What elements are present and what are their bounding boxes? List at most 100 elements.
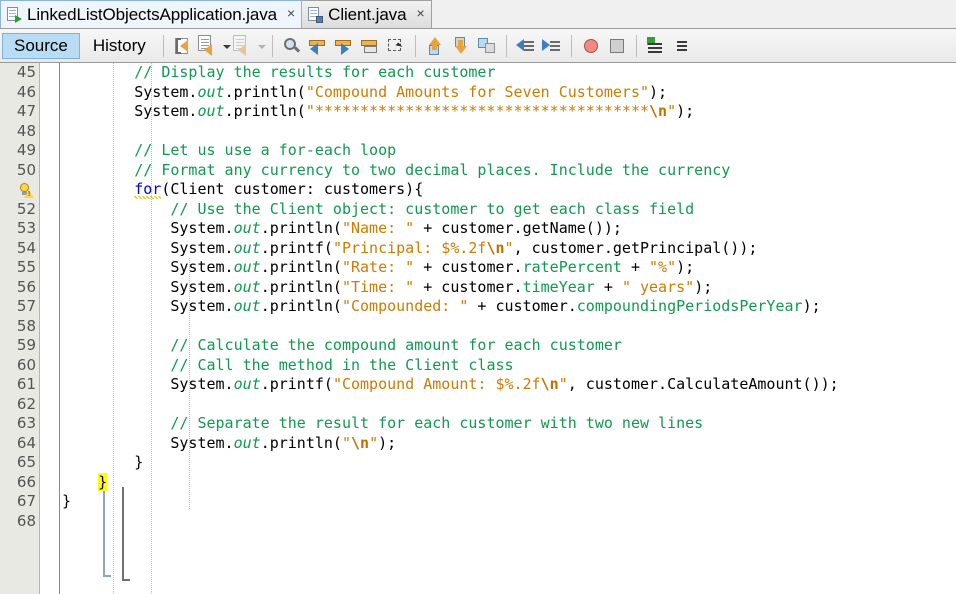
toggle-breakpoint-icon[interactable] — [580, 35, 602, 57]
code-line[interactable]: 53 System.out.println("Name: " + custome… — [0, 219, 956, 239]
find-next-icon[interactable] — [333, 35, 355, 57]
line-number: 65 — [16, 453, 36, 471]
toggle-rectangular-selection-icon[interactable] — [197, 34, 220, 57]
line-number: 66 — [16, 472, 36, 491]
line-number: 59 — [16, 336, 36, 354]
line-number: 57 — [16, 297, 36, 315]
code-text: // Display the results for each customer — [134, 63, 496, 81]
stop-icon[interactable] — [606, 35, 628, 57]
code-text: System.out.printf("Compound Amount: $%.2… — [62, 375, 839, 393]
tab-client[interactable]: Client.java × — [301, 0, 432, 28]
line-number: 52 — [16, 199, 36, 218]
toolbar-separator — [414, 34, 416, 57]
code-line[interactable]: 50 // Format any currency to two decimal… — [0, 161, 956, 181]
code-line[interactable]: 66 } — [0, 472, 956, 493]
code-line[interactable]: 67} — [0, 492, 956, 512]
code-text: } — [62, 453, 144, 471]
code-text: // Use the Client object: customer to ge… — [170, 199, 695, 218]
code-line[interactable]: 64 System.out.println("\n"); — [0, 434, 956, 454]
line-number: 47 — [16, 102, 36, 120]
code-line[interactable]: 60 // Call the method in the Client clas… — [0, 356, 956, 376]
toolbar-separator — [570, 34, 572, 57]
line-number: 61 — [16, 375, 36, 393]
start-macro-recording-icon[interactable] — [645, 35, 667, 57]
last-edit-position-icon[interactable] — [172, 35, 194, 57]
shift-line-right-icon[interactable] — [232, 34, 255, 57]
line-number: 48 — [16, 121, 36, 140]
find-previous-icon[interactable] — [307, 35, 329, 57]
java-main-file-icon — [6, 6, 22, 23]
tab-label: LinkedListObjectsApplication.java — [27, 4, 277, 24]
code-line[interactable]: 65 } — [0, 453, 956, 473]
tab-source[interactable]: Source — [2, 32, 80, 59]
code-line[interactable]: 49 // Let us use a for-each loop — [0, 141, 956, 161]
line-number: 54 — [16, 238, 36, 257]
code-line[interactable]: 46 System.out.println("Compound Amounts … — [0, 83, 956, 103]
line-number: 68 — [16, 511, 36, 530]
toolbar-separator — [162, 34, 164, 57]
code-text: System.out.println("********************… — [62, 102, 695, 120]
line-number: 64 — [16, 433, 36, 452]
code-line[interactable]: 68 — [0, 512, 956, 532]
chevron-down-icon[interactable] — [222, 35, 231, 57]
line-number: 50 — [16, 160, 36, 179]
line-number: 67 — [16, 492, 36, 510]
code-editor[interactable]: 45 // Display the results for each custo… — [0, 63, 956, 594]
tab-label: Client.java — [328, 4, 407, 24]
tab-linkedlistobjectsapplication[interactable]: LinkedListObjectsApplication.java × — [0, 0, 303, 28]
code-text: System.out.println("\n"); — [62, 433, 397, 452]
code-lines: 45 // Display the results for each custo… — [0, 63, 956, 594]
code-line[interactable]: 56 System.out.println("Time: " + custome… — [0, 278, 956, 298]
code-line[interactable]: 47 System.out.println("*****************… — [0, 102, 956, 122]
rectangular-select-icon[interactable] — [385, 35, 407, 57]
line-number: 55 — [16, 258, 36, 276]
line-number: 56 — [16, 277, 36, 296]
code-line[interactable]: 48 — [0, 122, 956, 142]
code-line[interactable]: 57 System.out.println("Compounded: " + c… — [0, 297, 956, 317]
chevron-down-dim-icon — [257, 35, 266, 57]
code-text: System.out.println("Compounded: " + cust… — [62, 297, 821, 315]
code-text: System.out.println("Time: " + customer.t… — [62, 277, 713, 296]
stop-macro-recording-icon[interactable] — [671, 35, 693, 57]
warning-bulb-icon[interactable] — [19, 183, 34, 198]
code-line[interactable]: 58 — [0, 317, 956, 337]
code-line[interactable]: 61 System.out.printf("Compound Amount: $… — [0, 375, 956, 395]
code-text: for(Client customer: customers){ — [62, 180, 423, 201]
code-line[interactable]: 55 System.out.println("Rate: " + custome… — [0, 258, 956, 278]
toggle-bookmark-icon[interactable] — [476, 35, 498, 57]
line-number: 45 — [16, 63, 36, 81]
line-number: 46 — [16, 82, 36, 101]
code-text: // Format any currency to two decimal pl… — [134, 160, 731, 179]
code-line[interactable]: 62 — [0, 395, 956, 415]
code-text: // Call the method in the Client class — [170, 355, 514, 374]
line-number: 62 — [16, 394, 36, 413]
next-bookmark-icon[interactable] — [450, 35, 472, 57]
toolbar-separator — [271, 34, 273, 57]
code-text: } — [62, 492, 72, 510]
tab-close-icon[interactable]: × — [416, 6, 424, 23]
code-text: System.out.println("Name: " + customer.g… — [62, 219, 622, 237]
code-text: // Calculate the compound amount for eac… — [170, 336, 622, 354]
find-selection-icon[interactable] — [281, 35, 303, 57]
line-number: 63 — [16, 414, 36, 432]
code-text: System.out.println("Compound Amounts for… — [62, 82, 668, 101]
tab-close-icon[interactable]: × — [287, 6, 295, 23]
line-number: 49 — [16, 141, 36, 159]
editor-toolbar: Source History — [0, 29, 956, 63]
editor-tab-bar: LinkedListObjectsApplication.java × Clie… — [0, 0, 956, 29]
shift-left-icon[interactable] — [515, 35, 537, 57]
code-line[interactable]: 52 // Use the Client object: customer to… — [0, 200, 956, 220]
code-line[interactable]: 54 System.out.printf("Principal: $%.2f\n… — [0, 239, 956, 259]
code-line[interactable]: 45 // Display the results for each custo… — [0, 63, 956, 83]
code-line[interactable]: 63 // Separate the result for each custo… — [0, 414, 956, 434]
code-line[interactable]: for(Client customer: customers){ — [0, 180, 956, 201]
tab-history[interactable]: History — [82, 33, 157, 59]
code-text: } — [98, 472, 108, 491]
toolbar-separator — [505, 34, 507, 57]
line-number: 60 — [16, 355, 36, 374]
previous-bookmark-icon[interactable] — [424, 35, 446, 57]
code-line[interactable]: 59 // Calculate the compound amount for … — [0, 336, 956, 356]
shift-right-icon[interactable] — [541, 35, 563, 57]
code-text: System.out.println("Rate: " + customer.r… — [62, 258, 695, 276]
toggle-highlight-search-icon[interactable] — [359, 35, 381, 57]
